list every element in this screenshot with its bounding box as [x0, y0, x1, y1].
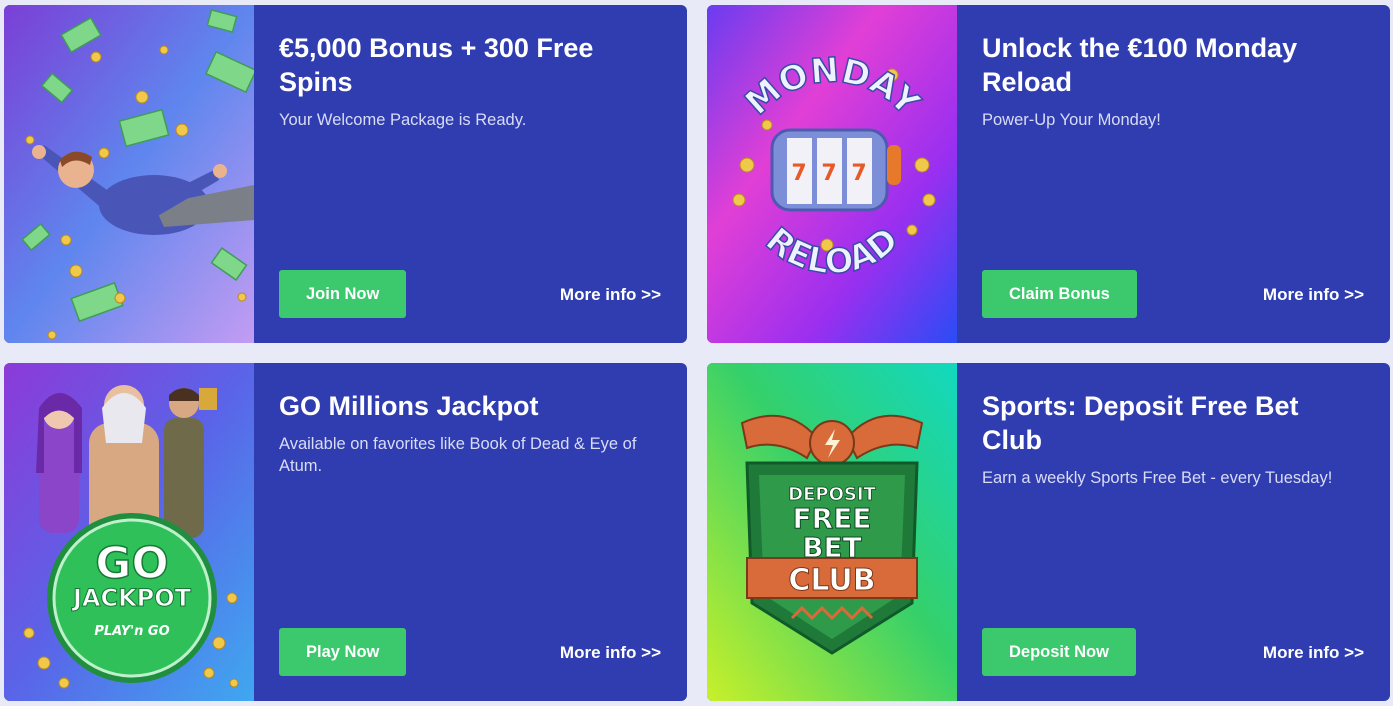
promo-image-monday-reload[interactable]: 7 7 7 MONDAY RELOAD — [707, 5, 957, 343]
more-info-link[interactable]: More info >> — [1263, 643, 1364, 663]
bet-art-text: BET — [802, 531, 862, 564]
promo-card-go-millions: GO JACKPOT PLAY'n GO GO Millions Jackpot… — [4, 363, 687, 701]
promo-content: Unlock the €100 Monday Reload Power-Up Y… — [957, 5, 1390, 343]
deposit-now-button[interactable]: Deposit Now — [982, 628, 1136, 676]
promo-content: €5,000 Bonus + 300 Free Spins Your Welco… — [254, 5, 687, 343]
go-art-text: GO — [95, 538, 169, 589]
promo-subtitle: Earn a weekly Sports Free Bet - every Tu… — [982, 469, 1333, 487]
promo-title: Unlock the €100 Monday Reload — [982, 33, 1298, 97]
promo-subtitle: Power-Up Your Monday! — [982, 111, 1161, 129]
svg-text:7: 7 — [791, 161, 806, 186]
join-now-button[interactable]: Join Now — [279, 270, 407, 318]
promo-title: GO Millions Jackpot — [279, 391, 539, 421]
promo-subtitle: Available on favorites like Book of Dead… — [279, 435, 637, 475]
club-art-text: CLUB — [788, 563, 875, 598]
more-info-link[interactable]: More info >> — [1263, 285, 1364, 305]
promo-card-monday-reload: 7 7 7 MONDAY RELOAD Unlock the €100 Mond… — [707, 5, 1390, 343]
promo-title: €5,000 Bonus + 300 Free Spins — [279, 33, 594, 97]
more-info-link[interactable]: More info >> — [560, 643, 661, 663]
play-now-button[interactable]: Play Now — [279, 628, 407, 676]
more-info-link[interactable]: More info >> — [560, 285, 661, 305]
promo-title: Sports: Deposit Free Bet Club — [982, 391, 1299, 455]
svg-text:7: 7 — [821, 161, 836, 186]
svg-text:7: 7 — [851, 161, 866, 186]
promo-image-flying-man[interactable] — [4, 5, 254, 343]
promo-image-go-jackpot[interactable]: GO JACKPOT PLAY'n GO — [4, 363, 254, 701]
promo-content: Sports: Deposit Free Bet Club Earn a wee… — [957, 363, 1390, 701]
promo-image-free-bet-shield[interactable]: DEPOSIT FREE BET CLUB — [707, 363, 957, 701]
promo-subtitle: Your Welcome Package is Ready. — [279, 111, 527, 129]
promo-card-free-bet-club: DEPOSIT FREE BET CLUB Sports: Deposit Fr… — [707, 363, 1390, 701]
promo-content: GO Millions Jackpot Available on favorit… — [254, 363, 687, 701]
claim-bonus-button[interactable]: Claim Bonus — [982, 270, 1137, 318]
playngo-brand-text: PLAY'n GO — [94, 624, 169, 639]
promo-card-welcome: €5,000 Bonus + 300 Free Spins Your Welco… — [4, 5, 687, 343]
jackpot-art-text: JACKPOT — [71, 584, 192, 612]
